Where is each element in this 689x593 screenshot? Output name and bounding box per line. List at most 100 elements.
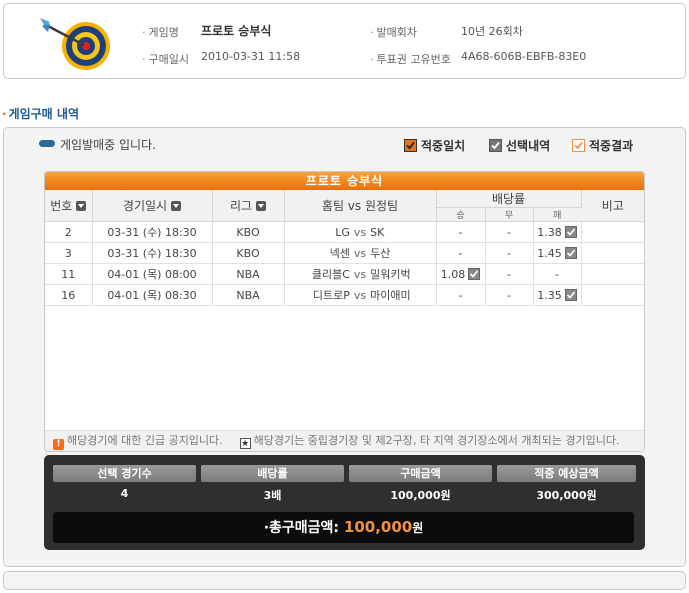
red-check-icon — [404, 139, 417, 152]
th-league[interactable]: 리그 — [212, 190, 285, 222]
total-purchase-bar: ·총구매금액: 100,000원 — [53, 512, 634, 543]
purchase-summary: 선택 경기수 배당률 구매금액 적중 예상금액 4 3배 100,000원 30… — [44, 455, 645, 550]
odds-lose-value: 1.38 — [537, 225, 562, 239]
star-icon: ★ — [239, 438, 251, 449]
vs-label: vs — [353, 289, 367, 302]
row-no: 11 — [45, 263, 93, 285]
th-win: 승 — [436, 207, 486, 222]
legend-result-label: 적중결과 — [589, 139, 634, 153]
th-no-label: 번호 — [50, 199, 73, 213]
row-no: 2 — [45, 221, 93, 243]
odds-win-cell: - — [436, 284, 486, 306]
legend-selected-label: 선택내역 — [506, 139, 551, 153]
selected-check-icon — [564, 225, 577, 238]
home-team: 디트로P — [312, 289, 350, 302]
total-label: 총구매금액: — [269, 520, 340, 536]
odds-draw-value: - — [507, 288, 511, 302]
th-lose: 패 — [533, 207, 581, 222]
row-no: 3 — [45, 242, 93, 264]
section-title: · 게임구매 내역 — [2, 107, 79, 121]
th-teams: 홈팀 vs 원정팀 — [284, 190, 437, 222]
odds-lose-value: - — [555, 267, 559, 281]
home-team: LG — [335, 225, 350, 239]
summary-value-amount: 100,000원 — [390, 489, 451, 502]
odds-win-cell: - — [436, 242, 486, 264]
purchase-time-label: 구매일시 — [142, 51, 189, 67]
th-no[interactable]: 번호 — [45, 190, 93, 222]
odds-win-value: - — [458, 225, 463, 239]
odds-lose-value: 1.35 — [537, 288, 562, 302]
home-team: 넥센 — [329, 247, 350, 260]
row-datetime: 03-31 (수) 18:30 — [92, 242, 213, 264]
round-label: 발매회차 — [370, 24, 417, 40]
ticket-info-box: 게임명 프로토 승부식 구매일시 2010-03-31 11:58 발매회차 1… — [3, 3, 686, 79]
odds-lose-cell: 1.38 — [533, 221, 582, 243]
row-datetime: 04-01 (목) 08:00 — [92, 263, 213, 285]
th-league-label: 리그 — [229, 199, 253, 213]
game-name-value: 프로토 승부식 — [201, 24, 272, 38]
th-draw: 무 — [485, 207, 534, 222]
odds-win-cell: 1.08 — [436, 263, 486, 285]
legend-hit-label: 적중일치 — [421, 139, 466, 153]
gray-check-icon — [489, 139, 502, 152]
row-teams: 디트로P vs 마이애미 — [284, 284, 437, 306]
table-row: 16 04-01 (목) 08:30 NBA 디트로P vs 마이애미 - -1.35 — [45, 284, 644, 306]
odds-lose-cell: 1.35 — [533, 284, 582, 306]
th-datetime[interactable]: 경기일시 — [92, 190, 213, 222]
row-league: KBO — [212, 221, 285, 243]
th-note: 비고 — [581, 190, 644, 222]
odds-draw-value: - — [507, 225, 511, 239]
round-value: 10년 26회차 — [461, 25, 523, 38]
away-team: SK — [370, 225, 385, 239]
urgent-notice-text: 해당경기에 대한 긴급 공지입니다. — [67, 434, 223, 447]
purchase-detail-inner: 게임발매중 입니다. 적중일치 선택내역 적중결과 프로토 승부식 번호 경기일… — [4, 128, 685, 566]
odds-draw-cell: - — [485, 284, 534, 306]
row-league: KBO — [212, 242, 285, 264]
sort-arrow-icon[interactable] — [171, 201, 182, 211]
total-unit: 원 — [412, 521, 424, 535]
dartboard-target-icon — [40, 18, 110, 70]
game-panel: 프로토 승부식 번호 경기일시 리그 홈팀 vs 원정팀 배당률 비고 승 무 … — [44, 171, 645, 452]
table-row: 2 03-31 (수) 18:30 KBO LG vs SK - - 1.38 — [45, 221, 644, 243]
ticket-id-value: 4A68-606B-EBFB-83E0 — [461, 50, 587, 63]
table-row: 3 03-31 (수) 18:30 KBO 넥센 vs 두산 - - 1.45 — [45, 242, 644, 264]
odds-draw-cell: - — [485, 242, 534, 264]
vs-label: vs — [353, 268, 367, 281]
status-text: 게임발매중 입니다. — [60, 138, 156, 152]
section-title-text: 게임구매 내역 — [8, 107, 79, 121]
row-league: NBA — [212, 263, 285, 285]
total-amount: 100,000 — [343, 518, 413, 536]
summary-value-expected: 300,000원 — [536, 489, 597, 502]
odds-win-value: - — [458, 246, 463, 260]
bottom-box — [3, 571, 686, 590]
sort-arrow-icon[interactable] — [256, 201, 267, 211]
purchase-time-value: 2010-03-31 11:58 — [201, 50, 301, 63]
odds-lose-cell: 1.45 — [533, 242, 582, 264]
row-note — [581, 284, 644, 306]
ticket-id-label: 투표권 고유번호 — [370, 51, 451, 67]
vs-label: vs — [353, 247, 367, 260]
vs-label: vs — [353, 225, 367, 239]
games-table: 번호 경기일시 리그 홈팀 vs 원정팀 배당률 비고 승 무 패 2 03-31… — [45, 190, 644, 306]
away-team: 두산 — [370, 247, 391, 260]
purchase-detail-box: 게임발매중 입니다. 적중일치 선택내역 적중결과 프로토 승부식 번호 경기일… — [3, 127, 686, 567]
away-team: 마이애미 — [370, 289, 411, 302]
odds-draw-value: - — [507, 246, 511, 260]
row-no: 16 — [45, 284, 93, 306]
legend-hit: 적중일치 — [404, 137, 465, 154]
row-league: NBA — [212, 284, 285, 306]
sort-arrow-icon[interactable] — [76, 201, 87, 211]
odds-draw-value: - — [507, 267, 511, 281]
status-pill-icon — [39, 140, 55, 147]
odds-draw-cell: - — [485, 221, 534, 243]
game-name-label: 게임명 — [142, 24, 179, 40]
row-datetime: 03-31 (수) 18:30 — [92, 221, 213, 243]
row-note — [581, 242, 644, 264]
odds-win-value: 1.08 — [440, 267, 466, 281]
selected-check-icon — [564, 288, 577, 301]
th-datetime-label: 경기일시 — [122, 199, 168, 213]
odds-draw-cell: - — [485, 263, 534, 285]
away-team: 밀워키벅 — [370, 268, 411, 281]
row-teams: 클리블C vs 밀워키벅 — [284, 263, 437, 285]
notice-bar: ! 해당경기에 대한 긴급 공지입니다. ★ 해당경기는 중립경기장 및 제2구장,… — [45, 430, 644, 451]
